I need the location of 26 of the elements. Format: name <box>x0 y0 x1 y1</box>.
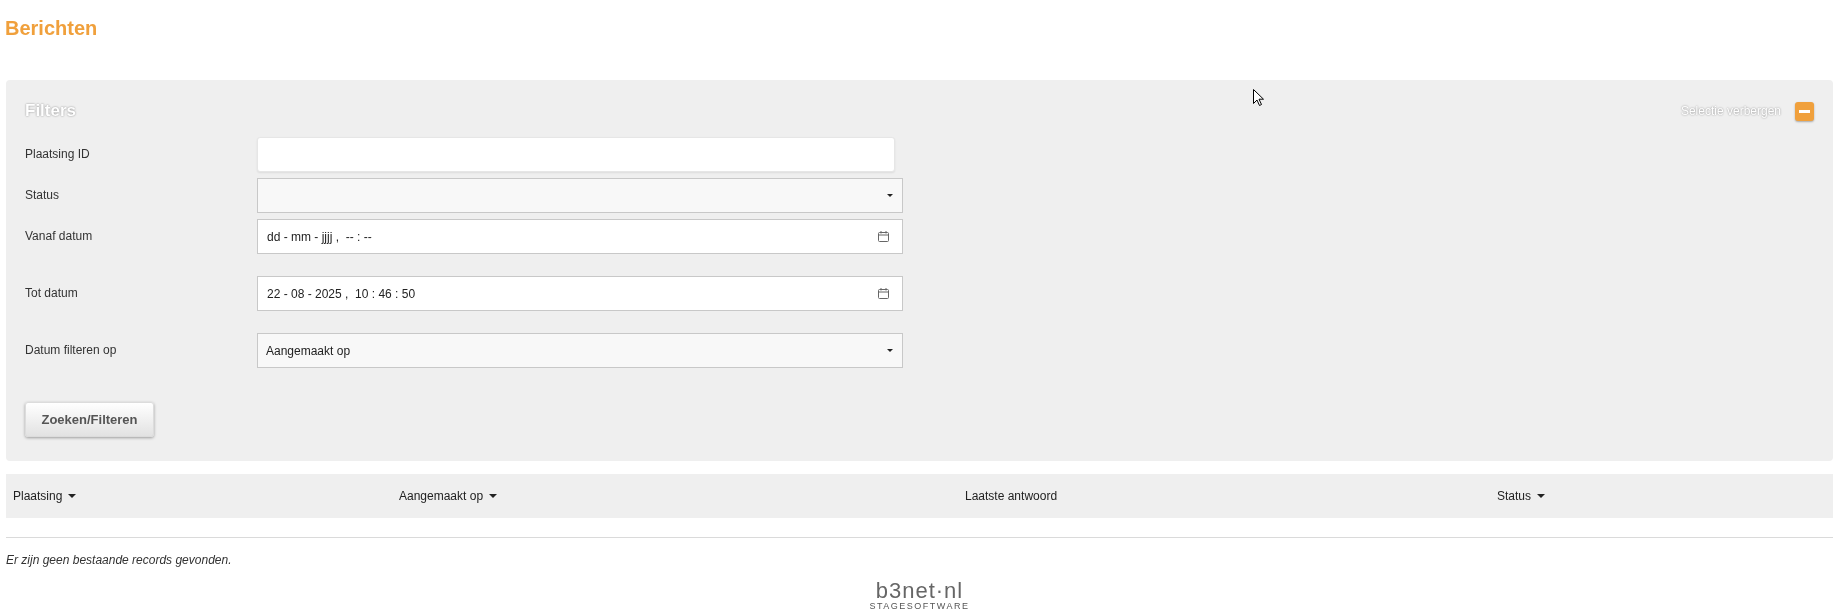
field-label: Datum filteren op <box>25 342 117 358</box>
column-header[interactable]: Status <box>1497 489 1546 503</box>
column-header[interactable]: Aangemaakt op <box>399 489 498 503</box>
panel-title: Filters <box>25 100 77 122</box>
logo-tagline: STAGESOFTWARE <box>869 601 970 611</box>
calendar-icon[interactable] <box>878 288 889 299</box>
empty-message: Er zijn geen bestaande records gevonden. <box>6 552 232 568</box>
date-time-field[interactable]: 22 - 08 - 2025 , 10 : 46 : 50 <box>257 276 903 311</box>
select-field[interactable] <box>257 178 903 213</box>
caret-icon <box>887 349 893 352</box>
mouse-pointer-icon <box>1253 89 1264 106</box>
calendar-icon[interactable] <box>878 231 889 242</box>
field-label: Status <box>25 187 60 203</box>
caret-icon <box>887 194 893 197</box>
date-time-field[interactable]: dd - mm - jjjj , -- : -- <box>257 219 903 254</box>
page-title: Berichten <box>5 16 98 41</box>
logo-text: b3net·nl <box>875 581 964 600</box>
field-label: Plaatsing ID <box>25 146 90 162</box>
field-label: Tot datum <box>25 285 78 301</box>
select-field[interactable]: Aangemaakt op <box>257 333 903 368</box>
text-input[interactable] <box>257 137 895 172</box>
column-header[interactable]: Plaatsing <box>13 489 77 503</box>
collapse-button[interactable] <box>1795 101 1814 121</box>
field-label: Vanaf datum <box>25 228 93 244</box>
column-header: Laatste antwoord <box>965 489 1058 503</box>
search-button[interactable]: Zoeken/Filteren <box>25 402 154 437</box>
